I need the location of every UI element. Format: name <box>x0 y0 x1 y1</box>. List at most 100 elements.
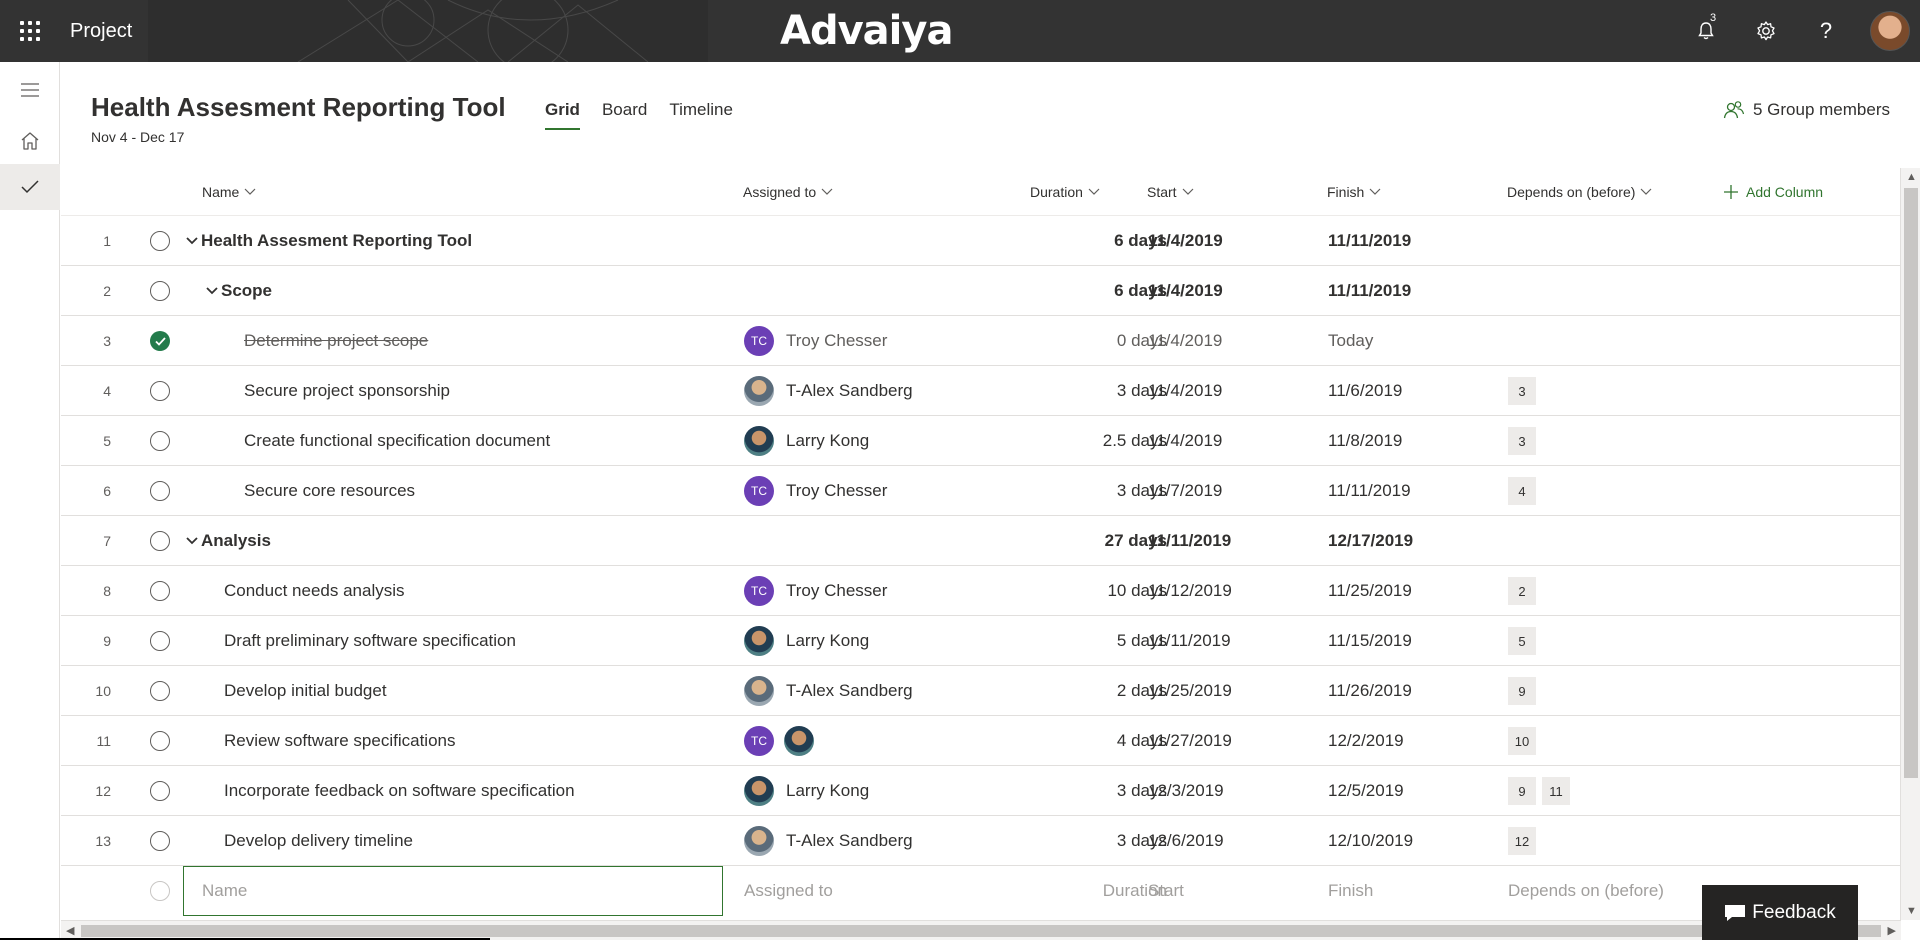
duration-cell[interactable]: 3 days <box>1011 466 1167 516</box>
duration-cell[interactable]: 2.5 days <box>1011 416 1167 466</box>
depends-cell[interactable]: 4 <box>1508 466 1708 516</box>
new-task-depends-input[interactable]: Depends on (before) <box>1508 866 1664 916</box>
settings-button[interactable] <box>1736 0 1796 62</box>
horizontal-scrollbar[interactable]: ◀ ▶ <box>61 920 1901 940</box>
table-row[interactable]: 3 Determine project scope TC Troy Chesse… <box>61 316 1901 366</box>
collapse-chevron-icon[interactable] <box>185 537 199 545</box>
complete-checkbox[interactable] <box>148 616 172 666</box>
new-task-assigned-input[interactable]: Assigned to <box>744 866 833 916</box>
finish-cell[interactable]: 11/25/2019 <box>1328 566 1498 616</box>
depends-cell[interactable]: 3 <box>1508 416 1708 466</box>
start-cell[interactable]: 11/12/2019 <box>1148 566 1318 616</box>
new-task-start-input[interactable]: Start <box>1148 866 1184 916</box>
finish-cell[interactable]: 11/11/2019 <box>1328 216 1498 266</box>
start-cell[interactable]: 11/11/2019 <box>1148 616 1318 666</box>
depends-cell[interactable]: 9 <box>1508 666 1708 716</box>
duration-cell[interactable]: 6 days <box>1011 216 1167 266</box>
user-avatar[interactable] <box>1870 11 1910 51</box>
task-name-cell[interactable]: Incorporate feedback on software specifi… <box>224 766 754 816</box>
dependency-badge[interactable]: 10 <box>1508 727 1536 755</box>
start-cell[interactable]: 11/25/2019 <box>1148 666 1318 716</box>
task-name-cell[interactable]: Health Assesment Reporting Tool <box>185 216 715 266</box>
table-row[interactable]: 9 Draft preliminary software specificati… <box>61 616 1901 666</box>
assigned-cell[interactable]: T-Alex Sandberg <box>744 666 1004 716</box>
depends-cell[interactable]: 2 <box>1508 566 1708 616</box>
new-task-finish-input[interactable]: Finish <box>1328 866 1373 916</box>
finish-cell[interactable]: 11/26/2019 <box>1328 666 1498 716</box>
dependency-badge[interactable]: 11 <box>1542 777 1570 805</box>
finish-cell[interactable]: 11/11/2019 <box>1328 266 1498 316</box>
finish-cell[interactable]: 11/15/2019 <box>1328 616 1498 666</box>
duration-cell[interactable]: 3 days <box>1011 816 1167 866</box>
dependency-badge[interactable]: 12 <box>1508 827 1536 855</box>
start-cell[interactable]: 11/4/2019 <box>1148 316 1318 366</box>
table-row[interactable]: 8 Conduct needs analysis TC Troy Chesser… <box>61 566 1901 616</box>
depends-cell[interactable]: 9 11 <box>1508 766 1708 816</box>
tab-board[interactable]: Board <box>602 100 647 130</box>
complete-checkbox[interactable] <box>148 366 172 416</box>
table-row[interactable]: 4 Secure project sponsorship T-Alex Sand… <box>61 366 1901 416</box>
vertical-scroll-thumb[interactable] <box>1904 188 1918 778</box>
task-name-cell[interactable]: Conduct needs analysis <box>224 566 754 616</box>
start-cell[interactable]: 12/6/2019 <box>1148 816 1318 866</box>
start-cell[interactable]: 11/4/2019 <box>1148 416 1318 466</box>
complete-checkbox[interactable] <box>148 266 172 316</box>
hamburger-menu-button[interactable] <box>0 62 60 118</box>
task-name-cell[interactable]: Secure project sponsorship <box>244 366 774 416</box>
app-launcher-button[interactable] <box>0 0 60 62</box>
assigned-cell[interactable]: T-Alex Sandberg <box>744 816 1004 866</box>
assigned-cell[interactable]: TC Troy Chesser <box>744 316 1004 366</box>
table-row[interactable]: 7 Analysis 27 days 11/11/2019 12/17/2019 <box>61 516 1901 566</box>
dependency-badge[interactable]: 2 <box>1508 577 1536 605</box>
new-task-duration-input[interactable]: Duration <box>1011 866 1167 916</box>
scroll-right-icon[interactable]: ▶ <box>1888 924 1896 937</box>
column-header-duration[interactable]: Duration <box>1030 184 1100 200</box>
dependency-badge[interactable]: 5 <box>1508 627 1536 655</box>
dependency-badge[interactable]: 9 <box>1508 677 1536 705</box>
scroll-down-icon[interactable]: ▼ <box>1906 905 1917 917</box>
duration-cell[interactable]: 6 days <box>1011 266 1167 316</box>
notifications-button[interactable]: 3 <box>1676 0 1736 62</box>
finish-cell[interactable]: 12/10/2019 <box>1328 816 1498 866</box>
table-row[interactable]: 2 Scope 6 days 11/4/2019 11/11/2019 <box>61 266 1901 316</box>
task-name-cell[interactable]: Create functional specification document <box>244 416 774 466</box>
complete-checkbox[interactable] <box>148 466 172 516</box>
table-row[interactable]: 5 Create functional specification docume… <box>61 416 1901 466</box>
complete-checkbox[interactable] <box>148 566 172 616</box>
add-column-button[interactable]: Add Column <box>1724 184 1823 200</box>
dependency-badge[interactable]: 3 <box>1508 427 1536 455</box>
scroll-left-icon[interactable]: ◀ <box>66 924 74 937</box>
depends-cell[interactable]: 5 <box>1508 616 1708 666</box>
assigned-cell[interactable]: Larry Kong <box>744 616 1004 666</box>
start-cell[interactable]: 11/4/2019 <box>1148 266 1318 316</box>
duration-cell[interactable]: 0 days <box>1011 316 1167 366</box>
table-row[interactable]: 13 Develop delivery timeline T-Alex Sand… <box>61 816 1901 866</box>
duration-cell[interactable]: 2 days <box>1011 666 1167 716</box>
feedback-button[interactable]: Feedback <box>1702 885 1858 940</box>
depends-cell[interactable]: 10 <box>1508 716 1708 766</box>
dependency-badge[interactable]: 3 <box>1508 377 1536 405</box>
duration-cell[interactable]: 5 days <box>1011 616 1167 666</box>
duration-cell[interactable]: 10 days <box>1011 566 1167 616</box>
duration-cell[interactable]: 27 days <box>1011 516 1167 566</box>
duration-cell[interactable]: 4 days <box>1011 716 1167 766</box>
start-cell[interactable]: 11/11/2019 <box>1148 516 1318 566</box>
column-header-name[interactable]: Name <box>202 184 256 200</box>
task-name-cell[interactable]: Analysis <box>185 516 715 566</box>
vertical-scrollbar[interactable]: ▲ ▼ <box>1900 168 1920 920</box>
home-nav-button[interactable] <box>0 118 60 164</box>
finish-cell[interactable]: 11/11/2019 <box>1328 466 1498 516</box>
table-row[interactable]: 6 Secure core resources TC Troy Chesser … <box>61 466 1901 516</box>
task-name-cell[interactable]: Secure core resources <box>244 466 774 516</box>
tasks-nav-button[interactable] <box>0 164 60 210</box>
complete-checkbox[interactable] <box>148 316 172 366</box>
new-task-row[interactable]: Name Assigned to Duration Start Finish D… <box>61 866 1901 916</box>
column-header-finish[interactable]: Finish <box>1327 184 1381 200</box>
task-name-cell[interactable]: Develop delivery timeline <box>224 816 754 866</box>
task-name-cell[interactable]: Scope <box>205 266 735 316</box>
complete-checkbox[interactable] <box>148 666 172 716</box>
task-name-cell[interactable]: Review software specifications <box>224 716 754 766</box>
finish-cell[interactable]: 11/6/2019 <box>1328 366 1498 416</box>
tab-grid[interactable]: Grid <box>545 100 580 130</box>
start-cell[interactable]: 11/4/2019 <box>1148 366 1318 416</box>
